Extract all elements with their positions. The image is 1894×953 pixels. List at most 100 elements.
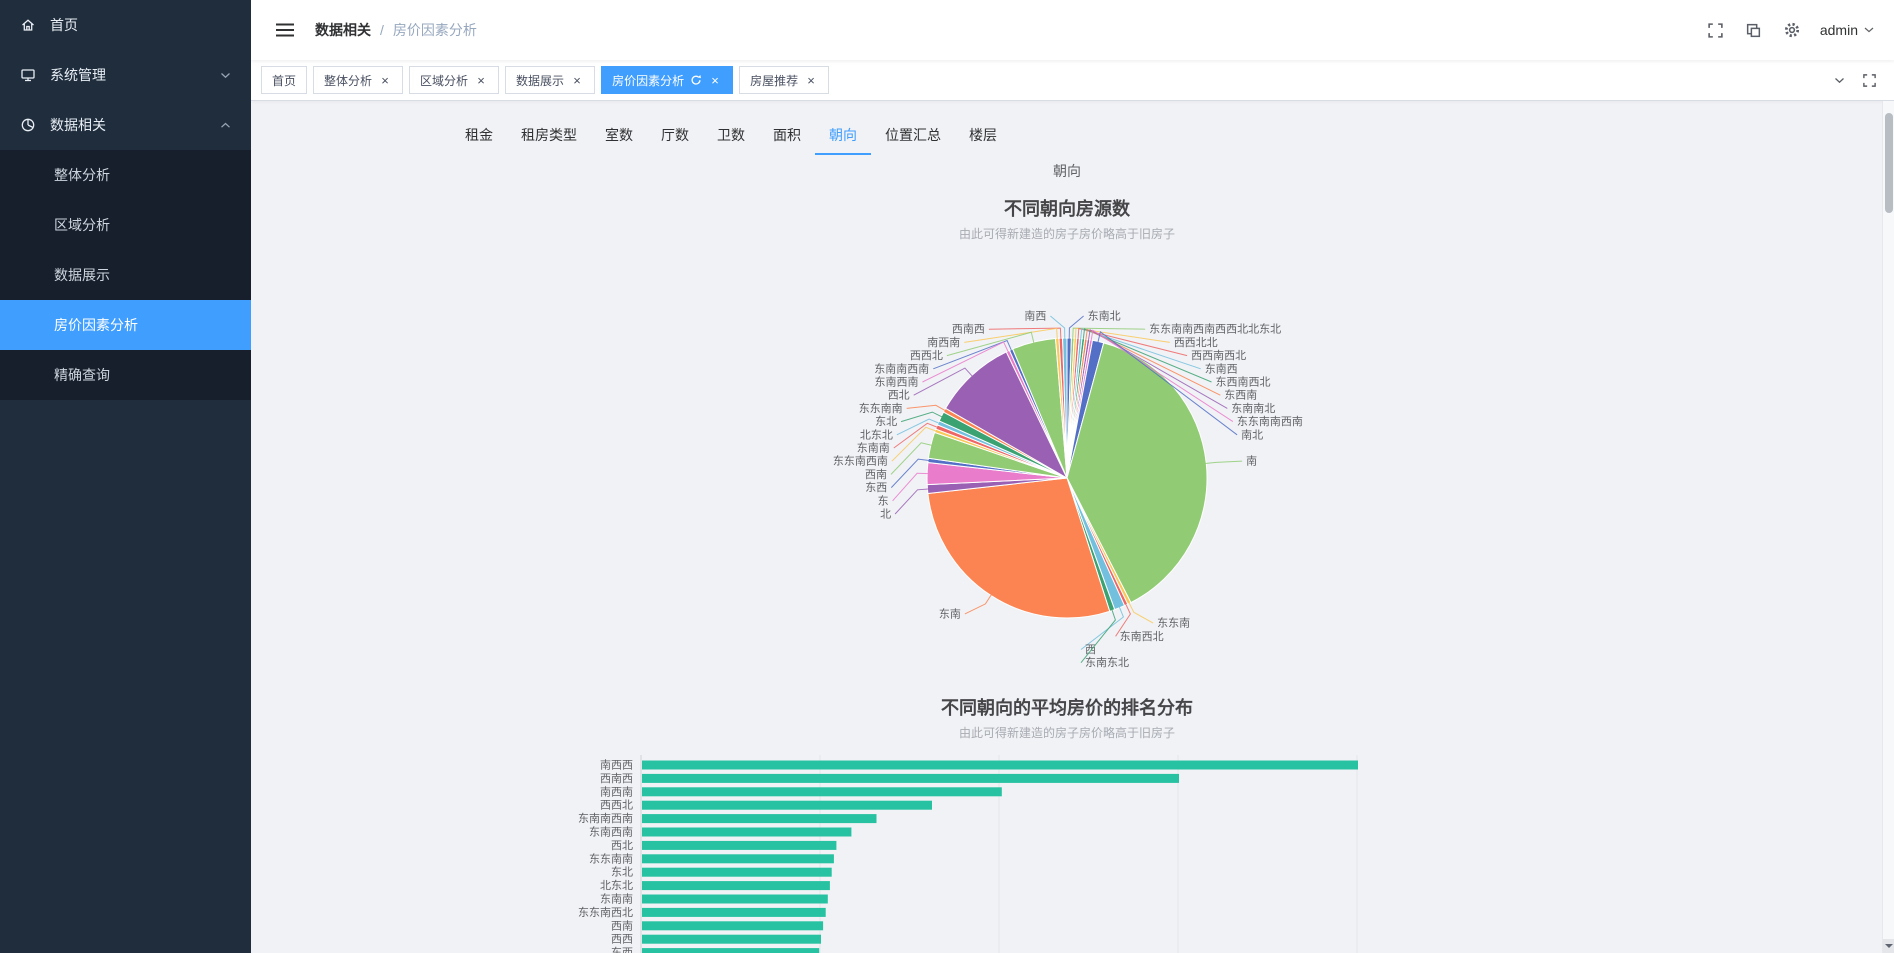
bar[interactable] <box>642 760 1358 770</box>
section-heading: 朝向 <box>1053 163 1081 179</box>
content-fullscreen-button[interactable] <box>1854 65 1884 95</box>
pie-label-line <box>964 594 992 615</box>
bar[interactable] <box>642 840 837 850</box>
tab-rent-type[interactable]: 租房类型 <box>507 115 591 155</box>
bar[interactable] <box>642 800 932 810</box>
bar-category-label: 东南西南 <box>589 826 633 839</box>
sidebar-item-system[interactable]: 系统管理 <box>0 50 251 100</box>
tab-baths[interactable]: 卫数 <box>703 115 759 155</box>
pie-label: 西西北北 <box>1174 336 1218 349</box>
sidebar-item-data-display[interactable]: 数据展示 <box>0 250 251 300</box>
layout-size-button[interactable] <box>1736 12 1772 48</box>
close-icon[interactable]: × <box>708 73 722 87</box>
bar-category-label: 东东南西北 <box>578 906 633 919</box>
tag-label: 房价因素分析 <box>612 73 685 88</box>
close-icon[interactable]: × <box>804 73 818 87</box>
bar[interactable] <box>642 907 826 917</box>
sidebar-item-label: 数据展示 <box>54 267 110 283</box>
breadcrumb-current: 房价因素分析 <box>392 22 477 38</box>
pie-label: 南西 <box>1024 310 1046 323</box>
bar[interactable] <box>642 894 828 904</box>
bar-chart[interactable]: 南西西西南西南西南西西北东南南西南东南西南西北东东南南东北北东北东南南东东南西北… <box>445 755 1689 953</box>
tab-rent[interactable]: 租金 <box>451 115 507 155</box>
tag-overall-analysis[interactable]: 整体分析 × <box>313 66 404 94</box>
bar[interactable] <box>642 814 877 824</box>
bar-category-label: 东北 <box>611 866 633 879</box>
chevron-down-icon <box>220 72 231 79</box>
bar-category-label: 西西 <box>611 934 633 946</box>
scrollbar[interactable] <box>1882 101 1894 953</box>
tag-house-recommend[interactable]: 房屋推荐 × <box>739 66 830 94</box>
tag-region-analysis[interactable]: 区域分析 × <box>409 66 500 94</box>
bar-category-label: 南西南 <box>600 785 633 798</box>
tag-label: 房屋推荐 <box>750 73 799 88</box>
pie-chart-subtitle: 由此可得新建造的房子房价略高于旧房子 <box>958 227 1175 241</box>
pie-label: 东西南西北 <box>1216 376 1271 389</box>
tab-halls[interactable]: 厅数 <box>647 115 703 155</box>
bar[interactable] <box>642 773 1179 783</box>
bar-category-label: 北东北 <box>600 879 633 892</box>
tags-more-button[interactable] <box>1824 65 1854 95</box>
tag-price-factor-analysis[interactable]: 房价因素分析 × <box>601 66 734 94</box>
pie-label: 东东南南西南西西北北东北 <box>1149 323 1281 336</box>
sidebar-item-overall-analysis[interactable]: 整体分析 <box>0 150 251 200</box>
pie-label: 东东南南 <box>859 402 903 415</box>
breadcrumb-section[interactable]: 数据相关 <box>315 20 371 40</box>
refresh-icon[interactable] <box>690 74 702 86</box>
scrollbar-down-button[interactable] <box>1883 939 1894 953</box>
tab-rooms[interactable]: 室数 <box>591 115 647 155</box>
pie-label: 东西 <box>865 481 887 494</box>
sidebar-item-price-factor-analysis[interactable]: 房价因素分析 <box>0 300 251 350</box>
settings-button[interactable] <box>1774 12 1810 48</box>
pie-label-line <box>906 404 946 412</box>
pie-label: 东南南 <box>857 442 890 455</box>
content-tabs: 租金 租房类型 室数 厅数 卫数 面积 朝向 位置汇总 楼层 <box>451 115 1689 155</box>
bar-category-label: 西南西 <box>600 772 633 785</box>
tab-location-summary[interactable]: 位置汇总 <box>871 115 955 155</box>
bar-category-label: 西北 <box>611 839 633 852</box>
scrollbar-thumb[interactable] <box>1885 113 1893 213</box>
sidebar-item-home[interactable]: 首页 <box>0 0 251 50</box>
close-icon[interactable]: × <box>570 73 584 87</box>
sidebar-item-data[interactable]: 数据相关 <box>0 100 251 150</box>
content-area: 租金 租房类型 室数 厅数 卫数 面积 朝向 位置汇总 楼层 朝向 不同朝向房源… <box>251 101 1894 953</box>
tag-home[interactable]: 首页 <box>261 66 308 94</box>
fullscreen-button[interactable] <box>1698 12 1734 48</box>
tab-orientation[interactable]: 朝向 <box>815 115 871 155</box>
bar-category-label: 南西西 <box>600 759 633 772</box>
tag-label: 区域分析 <box>420 73 469 88</box>
pie-label: 东南北 <box>1088 310 1121 323</box>
pie-label: 东东南 <box>1157 617 1190 630</box>
bar[interactable] <box>642 827 852 837</box>
pie-label: 东南西 <box>1205 362 1238 375</box>
pie-label: 东南 <box>939 607 961 620</box>
pie-label-line <box>892 472 929 502</box>
pie-label: 东南西北 <box>1120 630 1164 643</box>
pie-label: 西南 <box>865 468 887 481</box>
bar[interactable] <box>642 854 834 864</box>
tags-bar: 首页 整体分析 × 区域分析 × 数据展示 × 房价因素分析 × 房屋推荐 × <box>251 60 1894 101</box>
pie-chart[interactable]: 东南北东东南南西南西西北北东北西西北北西西南西北东南西东西南西北东西南东南南北东… <box>445 248 1689 678</box>
bar[interactable] <box>642 881 830 891</box>
pie-label: 北东北 <box>860 428 893 441</box>
sidebar-item-label: 首页 <box>50 17 78 33</box>
bar[interactable] <box>642 867 832 877</box>
bar[interactable] <box>642 787 1002 797</box>
pie-label-line <box>890 442 933 475</box>
user-menu[interactable]: admin <box>1820 22 1874 38</box>
hamburger-button[interactable] <box>267 12 303 48</box>
close-icon[interactable]: × <box>378 73 392 87</box>
sidebar-item-precise-query[interactable]: 精确查询 <box>0 350 251 400</box>
tab-area[interactable]: 面积 <box>759 115 815 155</box>
data-chart-icon <box>20 117 36 133</box>
home-icon <box>20 17 36 33</box>
close-icon[interactable]: × <box>474 73 488 87</box>
bar-category-label: 东南南西南 <box>578 812 633 825</box>
tag-data-display[interactable]: 数据展示 × <box>505 66 596 94</box>
sidebar-item-region-analysis[interactable]: 区域分析 <box>0 200 251 250</box>
bar-category-label: 东东南南 <box>589 852 633 865</box>
bar[interactable] <box>642 921 824 931</box>
bar[interactable] <box>642 934 821 944</box>
bar[interactable] <box>642 948 820 953</box>
tab-floor[interactable]: 楼层 <box>955 115 1011 155</box>
